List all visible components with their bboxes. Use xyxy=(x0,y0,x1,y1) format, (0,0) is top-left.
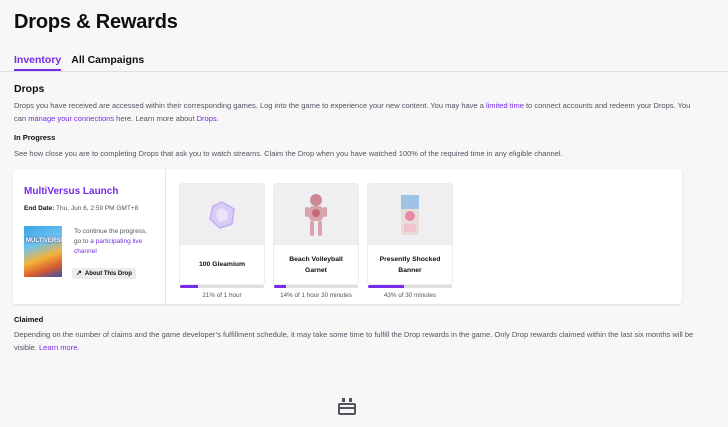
progress-label: 21% of 1 hour xyxy=(202,292,242,299)
claimed-heading: Claimed xyxy=(14,315,44,324)
reward-name: Presently Shocked Banner xyxy=(379,255,441,274)
drops-intro: Drops you have received are accessed wit… xyxy=(14,100,704,125)
reward-image xyxy=(274,184,358,245)
gleamium-icon xyxy=(209,200,235,229)
page-title: Drops & Rewards xyxy=(14,11,178,33)
reward-tile: Beach Volleyball Garnet xyxy=(274,184,358,284)
progress-label: 43% of 30 minutes xyxy=(383,292,437,299)
reward-name: Beach Volleyball Garnet xyxy=(289,255,343,274)
progress-fill xyxy=(368,285,405,288)
manage-connections-link[interactable]: manage your connections xyxy=(28,114,114,123)
reward-item[interactable]: 100 Gleamium 21% of 1 hour xyxy=(180,184,264,299)
reward-item[interactable]: Beach Volleyball Garnet 14% of 1 hour 30… xyxy=(274,184,358,299)
in-progress-desc: See how close you are to completing Drop… xyxy=(14,149,563,158)
intro-text-3: here. Learn more about xyxy=(114,113,197,123)
garnet-icon xyxy=(305,193,327,236)
game-box-art: MULTIVERSUS xyxy=(24,226,62,277)
claimed-text: Depending on the number of claims and th… xyxy=(14,330,694,352)
progress-bar xyxy=(180,285,264,288)
drops-link[interactable]: Drops xyxy=(197,114,217,123)
continue-text: To continue the progress, go to a partic… xyxy=(74,227,152,257)
end-date: End Date: Thu, Jun 6, 2:59 PM GMT+8 xyxy=(24,205,138,212)
gift-box-icon xyxy=(338,398,356,415)
campaign-card: MultiVersus Launch End Date: Thu, Jun 6,… xyxy=(13,169,682,304)
tab-inventory[interactable]: Inventory xyxy=(14,54,62,71)
claimed-desc: Depending on the number of claims and th… xyxy=(14,329,704,354)
tab-bar: Inventory All Campaigns xyxy=(14,54,144,71)
intro-text-1: Drops you have received are accessed wit… xyxy=(14,101,486,110)
external-arrow-icon: ↗ xyxy=(76,270,82,277)
reward-image xyxy=(368,184,452,245)
game-logo: MULTIVERSUS xyxy=(26,238,62,244)
reward-tile: 100 Gleamium xyxy=(180,184,264,284)
drops-heading: Drops xyxy=(14,83,45,95)
about-drop-label: About This Drop xyxy=(84,270,132,277)
learn-more-link[interactable]: Learn more. xyxy=(39,343,79,352)
reward-name: 100 Gleamium xyxy=(198,261,246,268)
reward-item[interactable]: Presently Shocked Banner 43% of 30 minut… xyxy=(368,184,452,299)
reward-image xyxy=(180,184,264,245)
tab-all-campaigns[interactable]: All Campaigns xyxy=(71,54,144,71)
end-date-label: End Date: xyxy=(24,205,55,212)
progress-bar xyxy=(274,285,358,288)
in-progress-heading: In Progress xyxy=(14,133,56,142)
progress-fill xyxy=(274,285,286,288)
banner-icon xyxy=(401,194,419,235)
end-date-value: Thu, Jun 6, 2:59 PM GMT+8 xyxy=(54,205,139,212)
reward-tile: Presently Shocked Banner xyxy=(368,184,452,284)
card-divider xyxy=(165,169,166,304)
campaign-title[interactable]: MultiVersus Launch xyxy=(24,186,118,197)
intro-text-4: . xyxy=(216,113,219,123)
tab-divider xyxy=(0,71,728,72)
progress-fill xyxy=(180,285,198,288)
about-drop-button[interactable]: ↗ About This Drop xyxy=(72,268,136,279)
limited-time-link[interactable]: limited time xyxy=(486,101,524,110)
progress-label: 14% of 1 hour 30 minutes xyxy=(280,292,352,299)
progress-bar xyxy=(368,285,452,288)
